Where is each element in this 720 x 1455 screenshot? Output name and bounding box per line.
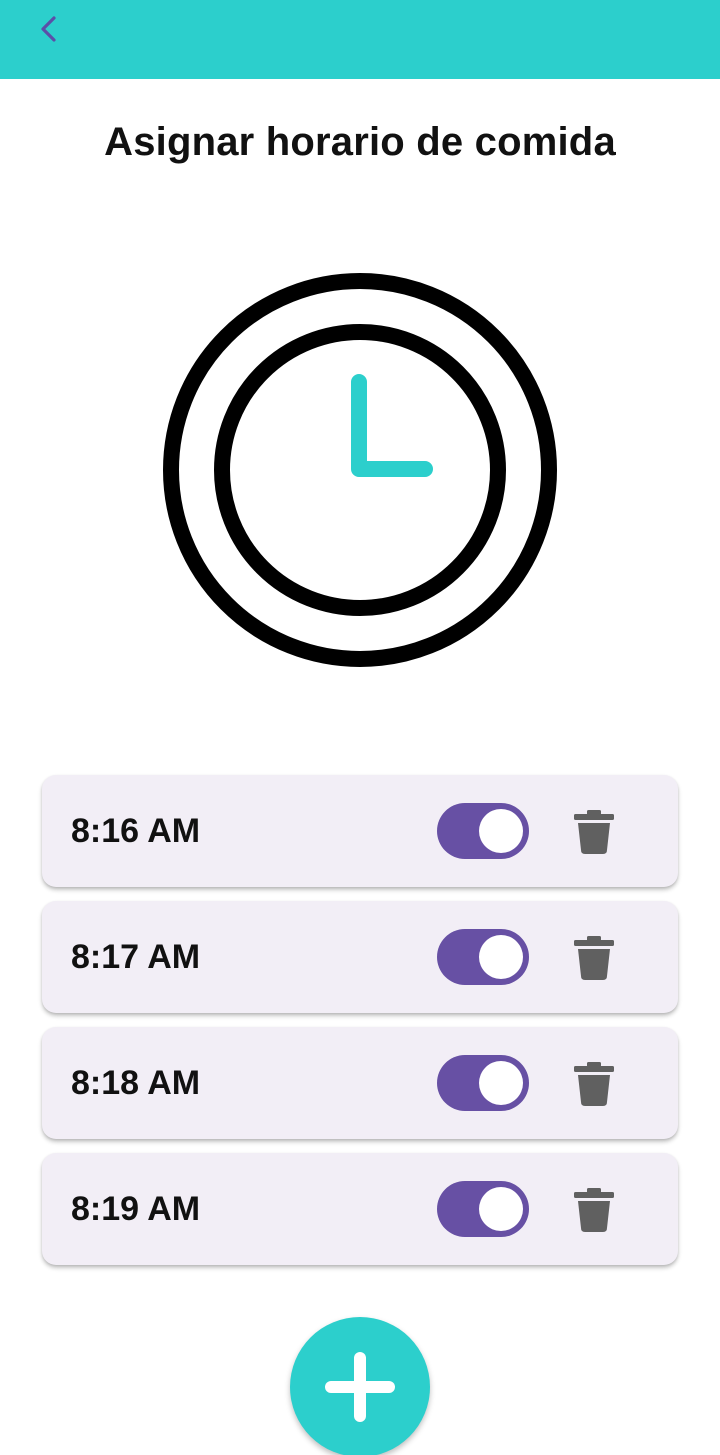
- schedule-toggle[interactable]: [437, 1181, 529, 1237]
- clock-icon: [163, 273, 557, 667]
- plus-icon: [325, 1352, 395, 1422]
- toggle-thumb: [479, 809, 523, 853]
- schedule-time: 8:17 AM: [71, 938, 201, 976]
- toggle-thumb: [479, 935, 523, 979]
- schedule-card: 8:19 AM: [42, 1153, 678, 1265]
- back-button[interactable]: [26, 8, 72, 50]
- trash-icon: [574, 1188, 614, 1232]
- schedule-time: 8:18 AM: [71, 1064, 201, 1102]
- delete-button[interactable]: [568, 807, 620, 857]
- delete-button[interactable]: [568, 1185, 620, 1235]
- schedule-card: 8:16 AM: [42, 775, 678, 887]
- trash-icon: [574, 936, 614, 980]
- schedule-toggle[interactable]: [437, 803, 529, 859]
- schedule-card: 8:17 AM: [42, 901, 678, 1013]
- clock-hands: [351, 374, 433, 477]
- schedule-toggle[interactable]: [437, 1055, 529, 1111]
- page-title: Asignar horario de comida: [104, 120, 616, 164]
- add-schedule-button[interactable]: [290, 1317, 430, 1455]
- toggle-thumb: [479, 1187, 523, 1231]
- toggle-thumb: [479, 1061, 523, 1105]
- delete-button[interactable]: [568, 933, 620, 983]
- schedule-time: 8:19 AM: [71, 1190, 201, 1228]
- chevron-left-icon: [41, 16, 56, 42]
- delete-button[interactable]: [568, 1059, 620, 1109]
- trash-icon: [574, 810, 614, 854]
- schedule-time: 8:16 AM: [71, 812, 201, 850]
- schedule-card: 8:18 AM: [42, 1027, 678, 1139]
- schedule-toggle[interactable]: [437, 929, 529, 985]
- app-bar: [0, 0, 720, 79]
- trash-icon: [574, 1062, 614, 1106]
